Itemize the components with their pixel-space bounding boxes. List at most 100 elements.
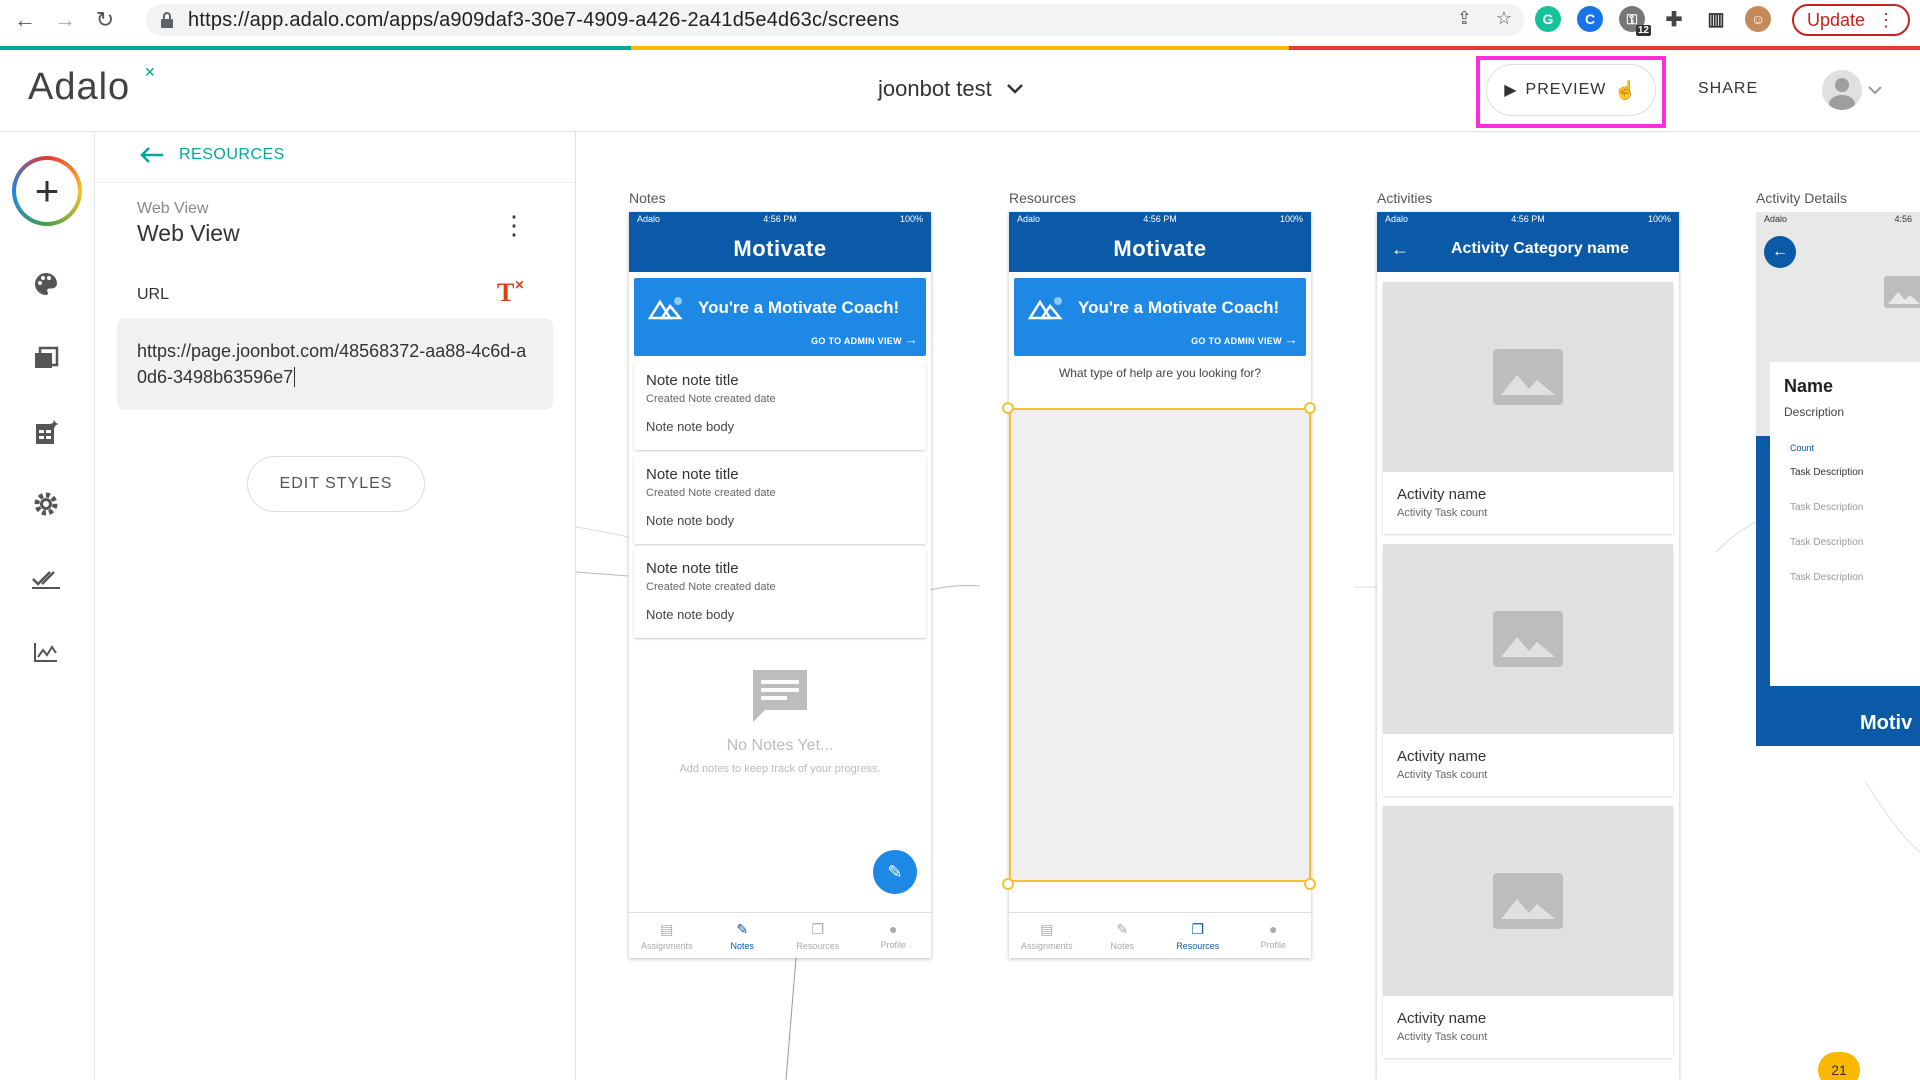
screen-label-activity-details[interactable]: Activity Details xyxy=(1756,190,1847,206)
account-menu[interactable] xyxy=(1822,70,1882,110)
resize-handle-bottom-left[interactable] xyxy=(1002,878,1014,890)
screen-label-notes[interactable]: Notes xyxy=(629,190,666,206)
back-to-resources-link[interactable]: RESOURCES xyxy=(139,146,285,164)
activity-name: Activity name xyxy=(1397,1010,1487,1027)
count-label: Count xyxy=(1790,443,1815,453)
analytics-chart-icon[interactable] xyxy=(30,636,62,668)
admin-view-link[interactable]: GO TO ADMIN VIEW → xyxy=(1191,332,1298,347)
note-list-item[interactable]: Note note title Created Note created dat… xyxy=(634,362,926,450)
nav-label: Notes xyxy=(730,940,754,951)
pencil-icon: ✎ xyxy=(736,920,749,937)
clipboard-icon: ▤ xyxy=(1040,920,1054,937)
nav-profile[interactable]: ● Profile xyxy=(1236,913,1312,958)
resize-handle-top-right[interactable] xyxy=(1304,402,1316,414)
settings-gear-icon[interactable] xyxy=(30,488,62,520)
note-list-item[interactable]: Note note title Created Note created dat… xyxy=(634,550,926,638)
hand-cursor-icon: ☝ xyxy=(1614,79,1638,100)
add-component-button[interactable]: + xyxy=(12,156,82,226)
note-body: Note note body xyxy=(646,419,735,434)
nav-assignments[interactable]: ▤ Assignments xyxy=(629,913,705,958)
play-icon: ▶ xyxy=(1504,82,1518,99)
profile-icon: ● xyxy=(1269,921,1278,937)
resize-handle-top-left[interactable] xyxy=(1002,402,1014,414)
admin-view-link[interactable]: GO TO ADMIN VIEW → xyxy=(811,332,918,347)
screens-icon[interactable] xyxy=(30,342,62,374)
note-list-item[interactable]: Note note title Created Note created dat… xyxy=(634,456,926,544)
detail-footer-logo: Motiv xyxy=(1860,712,1913,734)
nav-notes[interactable]: ✎ Notes xyxy=(1085,913,1161,958)
status-carrier: Adalo xyxy=(1017,214,1041,224)
screen-label-activities[interactable]: Activities xyxy=(1377,190,1432,206)
screens-canvas[interactable]: Notes Adalo 4:56 PM 100% Motivate You're… xyxy=(576,132,1920,1080)
database-sheet-icon[interactable] xyxy=(30,416,62,448)
profile-avatar[interactable]: ☺ xyxy=(1745,6,1771,32)
component-type-label: Web View xyxy=(137,200,209,217)
nav-assignments[interactable]: ▤ Assignments xyxy=(1009,913,1085,958)
puzzle-extensions-icon[interactable]: ✚ xyxy=(1661,6,1687,32)
nav-label: Profile xyxy=(1260,940,1286,950)
activity-category-title: Activity Category name xyxy=(1451,240,1629,257)
screen-label-resources[interactable]: Resources xyxy=(1009,190,1076,206)
project-selector[interactable]: joonbot test xyxy=(878,76,1024,102)
reload-icon[interactable]: ↻ xyxy=(90,5,120,35)
image-placeholder xyxy=(1383,806,1673,996)
selected-web-view-component[interactable] xyxy=(1009,408,1311,882)
task-item[interactable]: Task Description xyxy=(1790,502,1920,513)
share-button[interactable]: SHARE xyxy=(1698,80,1758,98)
task-item[interactable]: Task Description xyxy=(1790,467,1920,478)
back-circle-button[interactable]: ← xyxy=(1764,236,1796,268)
screen-notes[interactable]: Adalo 4:56 PM 100% Motivate You're a Mot… xyxy=(629,212,931,958)
status-battery: 100% xyxy=(1279,214,1303,224)
task-item[interactable]: Task Description xyxy=(1790,537,1920,548)
back-arrow-icon[interactable]: ← xyxy=(1391,239,1409,260)
publish-checkmarks-icon[interactable] xyxy=(30,562,62,594)
nav-profile[interactable]: ● Profile xyxy=(856,913,932,958)
plus-icon: + xyxy=(16,160,78,222)
activity-card[interactable]: Activity name Activity Task count xyxy=(1383,544,1673,796)
add-note-fab[interactable]: ✎ xyxy=(873,850,917,894)
nav-notes[interactable]: ✎ Notes xyxy=(705,913,781,958)
forward-arrow-icon[interactable]: → xyxy=(50,5,80,35)
activity-card[interactable]: Activity name Activity Task count xyxy=(1383,282,1673,534)
extension-badge: 12 xyxy=(1635,25,1651,36)
task-item[interactable]: Task Description xyxy=(1790,572,1920,583)
activity-card[interactable]: Activity name Activity Task count xyxy=(1383,806,1673,1058)
logo-spark-icon: ✕ xyxy=(144,64,156,80)
sidebar-toggle-icon[interactable]: ▥ xyxy=(1703,6,1729,32)
nav-label: Resources xyxy=(796,940,840,951)
screen-resources[interactable]: Adalo 4:56 PM 100% Motivate You're a Mot… xyxy=(1009,212,1311,958)
status-bar: Adalo 4:56 PM 100% xyxy=(1009,212,1311,226)
c-extension-icon[interactable]: C xyxy=(1577,6,1603,32)
resize-handle-bottom-right[interactable] xyxy=(1304,878,1316,890)
password-extension-icon[interactable]: ⚿ 12 xyxy=(1619,6,1651,36)
bottom-nav: ▤ Assignments ✎ Notes ❐ Resources ● Profile xyxy=(1009,912,1311,958)
update-button[interactable]: Update ⋮ xyxy=(1792,4,1910,36)
bookmark-star-icon[interactable]: ☆ xyxy=(1496,8,1512,29)
coach-banner[interactable]: You're a Motivate Coach! GO TO ADMIN VIE… xyxy=(634,278,926,356)
note-title: Note note title xyxy=(646,560,739,577)
back-arrow-icon[interactable]: ← xyxy=(10,5,40,35)
image-placeholder xyxy=(1383,544,1673,734)
grammarly-extension-icon[interactable]: G xyxy=(1535,6,1561,32)
url-input[interactable]: https://page.joonbot.com/48568372-aa88-4… xyxy=(117,318,553,410)
notification-count-badge[interactable]: 21 xyxy=(1818,1052,1860,1080)
update-label: Update xyxy=(1806,9,1866,30)
component-name[interactable]: Web View xyxy=(137,220,240,247)
status-bar: Adalo 4:56 xyxy=(1756,212,1920,226)
address-bar[interactable]: https://app.adalo.com/apps/a909daf3-30e7… xyxy=(146,4,1524,36)
empty-title: No Notes Yet... xyxy=(726,737,834,754)
nav-resources[interactable]: ❐ Resources xyxy=(1160,913,1236,958)
screen-activity-details[interactable]: Adalo 4:56 ← Name Description Count Task… xyxy=(1756,212,1920,746)
more-options-icon[interactable]: ⋮ xyxy=(501,212,527,238)
magic-text-icon[interactable]: T✕ xyxy=(497,278,524,308)
activity-task-count: Activity Task count xyxy=(1397,769,1488,781)
edit-styles-button[interactable]: EDIT STYLES xyxy=(247,456,425,512)
coach-banner[interactable]: You're a Motivate Coach! GO TO ADMIN VIE… xyxy=(1014,278,1306,356)
preview-button[interactable]: ▶ PREVIEW ☝ xyxy=(1486,64,1656,116)
browser-toolbar: ← → ↻ https://app.adalo.com/apps/a909daf… xyxy=(0,0,1920,40)
share-page-icon[interactable]: ⇪ xyxy=(1457,8,1472,29)
adalo-logo[interactable]: Adalo xyxy=(28,66,130,109)
nav-resources[interactable]: ❐ Resources xyxy=(780,913,856,958)
branding-palette-icon[interactable] xyxy=(30,268,62,300)
screen-activities[interactable]: Adalo 4:56 PM 100% ← Activity Category n… xyxy=(1377,212,1679,1080)
